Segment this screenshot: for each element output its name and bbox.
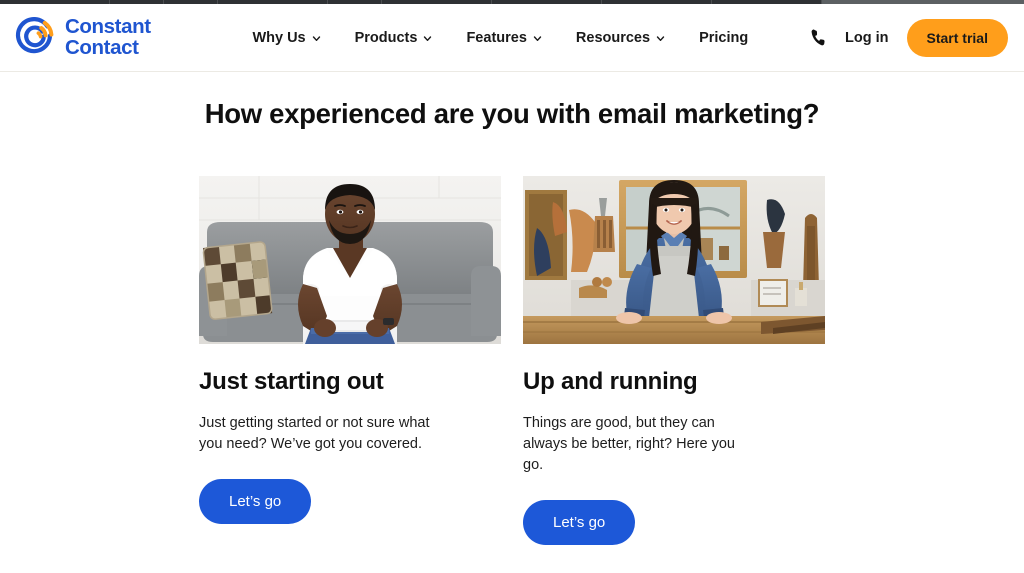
nav-label: Resources — [575, 29, 651, 46]
brand-wordmark: Constant Contact — [65, 15, 151, 59]
photo-man-sitting-on-couch — [199, 176, 501, 344]
option-card-just-starting-out[interactable]: Just starting out Just getting started o… — [199, 176, 501, 545]
chevron-down-icon — [533, 36, 542, 42]
brand-name-line1: Constant — [65, 15, 151, 38]
option-card-up-and-running[interactable]: Up and running Things are good, but they… — [523, 176, 825, 545]
card-title: Up and running — [523, 368, 698, 395]
card-photo-man-on-couch — [199, 176, 501, 344]
nav-item-why-us[interactable]: Why Us — [252, 30, 320, 46]
card-photo-woman-shopkeeper — [523, 176, 825, 344]
start-trial-button[interactable]: Start trial — [906, 18, 1008, 57]
header-actions: Log in Start trial — [810, 18, 1008, 57]
nav-item-resources[interactable]: Resources — [576, 30, 665, 46]
chevron-down-icon — [312, 36, 320, 42]
nav-label: Why Us — [252, 29, 306, 46]
login-link[interactable]: Log in — [845, 30, 889, 46]
phone-icon[interactable] — [810, 28, 827, 47]
chevron-down-icon — [424, 36, 432, 42]
main-navigation: Why Us Products Features Resources Prici — [212, 30, 748, 46]
constant-contact-swirl-logo-icon — [15, 16, 54, 53]
experience-options: Just starting out Just getting started o… — [0, 176, 1024, 545]
main-content: How experienced are you with email marke… — [0, 72, 1024, 545]
nav-item-pricing[interactable]: Pricing — [699, 30, 748, 46]
nav-item-products[interactable]: Products — [355, 30, 433, 46]
lets-go-button-just-starting-out[interactable]: Let’s go — [199, 479, 312, 524]
card-description: Just getting started or not sure what yo… — [199, 415, 430, 452]
brand-logo[interactable]: Constant Contact — [14, 16, 151, 60]
lets-go-button-up-and-running[interactable]: Let’s go — [523, 500, 636, 545]
photo-woman-behind-counter — [523, 176, 825, 344]
card-description: Things are good, but they can always be … — [523, 415, 735, 473]
site-header: Constant Contact Why Us Products Feature… — [0, 4, 1024, 72]
nav-label: Features — [466, 29, 527, 46]
brand-name-line2: Contact — [65, 35, 139, 59]
nav-label: Products — [354, 29, 418, 46]
nav-label: Pricing — [699, 29, 749, 46]
nav-item-features[interactable]: Features — [466, 29, 542, 46]
page-title: How experienced are you with email marke… — [204, 98, 820, 129]
chevron-down-icon — [656, 36, 665, 42]
card-title: Just starting out — [199, 368, 384, 395]
